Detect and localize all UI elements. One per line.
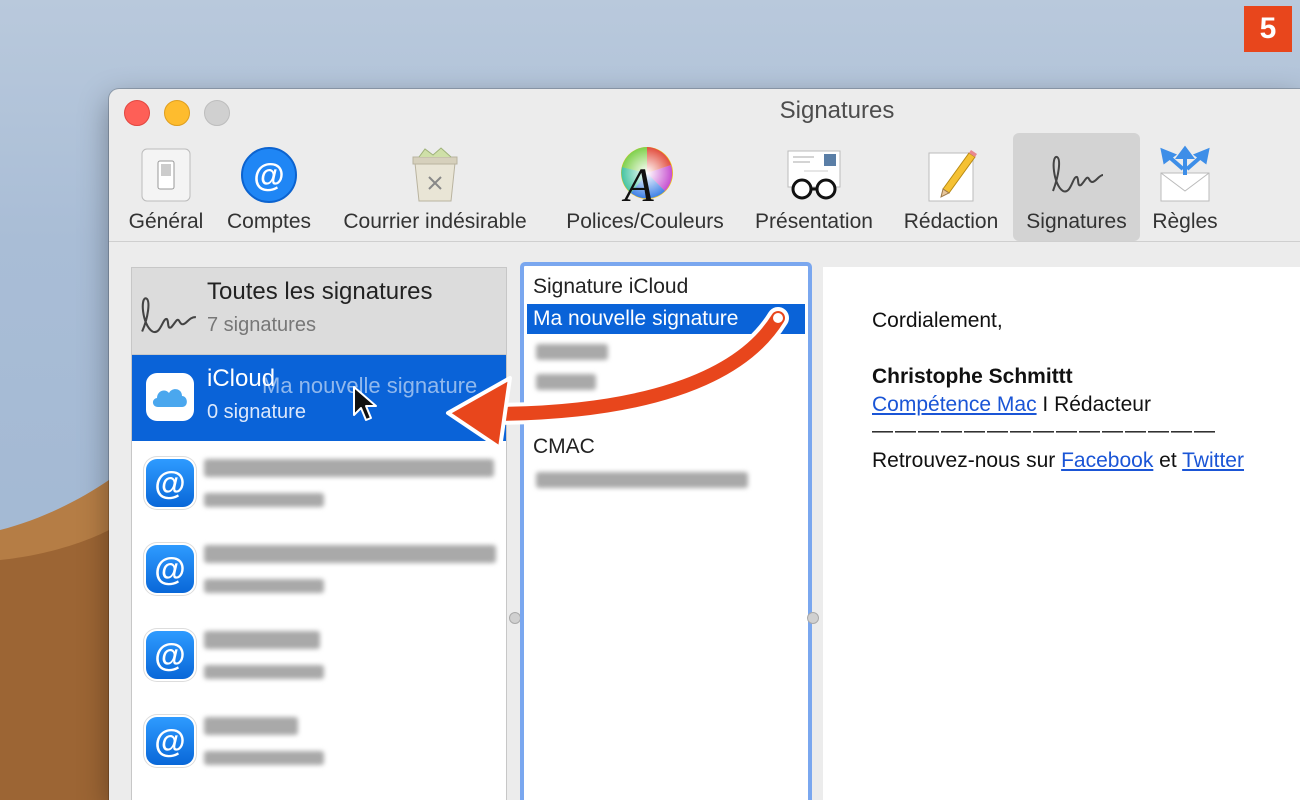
tab-rules-label: Règles: [1152, 210, 1218, 233]
svg-text:@: @: [253, 157, 284, 193]
and-text: et: [1153, 449, 1183, 472]
tab-fonts-colors[interactable]: A Polices/Couleurs: [553, 133, 737, 241]
toolbar-divider: [109, 241, 1300, 242]
preview-company-line: Compétence Mac I Rédacteur: [872, 393, 1151, 417]
tab-general[interactable]: Général: [119, 133, 213, 241]
tab-viewing-label: Présentation: [755, 210, 873, 233]
tab-junk-mail[interactable]: Courrier indésirable: [327, 133, 543, 241]
blurred-account-count: [204, 665, 324, 679]
icloud-icon: [146, 373, 194, 421]
tab-accounts-label: Comptes: [226, 210, 312, 233]
all-signatures-row[interactable]: Toutes les signatures 7 signatures: [132, 268, 506, 355]
signature-preview[interactable]: Cordialement, Christophe Schmittt Compét…: [823, 267, 1300, 800]
at-icon: @: [241, 147, 297, 203]
blurred-account-count: [204, 493, 324, 507]
step-badge: 5: [1244, 6, 1292, 52]
preview-name: Christophe Schmittt: [872, 365, 1073, 388]
twitter-link[interactable]: Twitter: [1182, 449, 1244, 472]
blurred-account-count: [204, 579, 324, 593]
blurred-account-name: [204, 631, 320, 649]
signature-icon: [141, 297, 196, 334]
switch-icon: [141, 148, 191, 202]
account-signature-count: 0 signature: [207, 401, 306, 423]
tab-composing-label: Rédaction: [903, 210, 999, 233]
preferences-toolbar: Général @ Comptes Courrier indésirable A…: [109, 133, 1300, 241]
at-icon: @: [146, 631, 194, 679]
tab-fonts-colors-label: Polices/Couleurs: [566, 210, 724, 233]
role-text: I Rédacteur: [1036, 393, 1151, 416]
svg-text:A: A: [621, 159, 654, 205]
accounts-list[interactable]: Toutes les signatures 7 signatures iClou…: [131, 267, 507, 800]
at-icon: @: [146, 459, 194, 507]
tab-signatures-label: Signatures: [1026, 210, 1127, 233]
signatures-list[interactable]: Signature iCloud Ma nouvelle signature C…: [520, 262, 812, 800]
blurred-account-count: [204, 751, 324, 765]
envelope-arrows-icon: [1160, 145, 1210, 202]
preferences-window: Signatures Général @ Comptes Courrier in…: [109, 89, 1300, 800]
signature-item[interactable]: CMAC: [527, 432, 805, 462]
pencil-icon: [928, 150, 977, 202]
account-row[interactable]: @: [132, 613, 506, 699]
all-signatures-count: 7 signatures: [207, 314, 316, 336]
tab-junk-mail-label: Courrier indésirable: [343, 210, 527, 233]
account-row[interactable]: @: [132, 699, 506, 785]
tab-signatures[interactable]: Signatures: [1013, 133, 1140, 241]
trash-icon: [412, 147, 458, 202]
signature-icon: [1051, 155, 1103, 193]
window-title: Signatures: [779, 97, 895, 124]
follow-text: Retrouvez-nous sur: [872, 449, 1062, 472]
company-link[interactable]: Compétence Mac: [872, 393, 1037, 416]
account-row[interactable]: @: [132, 441, 506, 527]
blurred-account-name: [204, 459, 494, 477]
blurred-account-name: [204, 717, 298, 735]
signature-item[interactable]: Signature iCloud: [527, 272, 805, 302]
preview-follow-line: Retrouvez-nous sur Facebook et Twitter: [872, 449, 1244, 473]
account-row-icloud[interactable]: iCloud Ma nouvelle signature 0 signature: [132, 355, 506, 441]
tab-general-label: Général: [128, 210, 204, 233]
signature-item-selected[interactable]: Ma nouvelle signature: [527, 304, 805, 334]
font-color-icon: A: [621, 147, 673, 205]
at-icon: @: [146, 717, 194, 765]
tab-viewing[interactable]: Présentation: [745, 133, 883, 241]
title-bar: Signatures: [109, 89, 1300, 135]
at-icon: @: [146, 545, 194, 593]
blurred-signature-name: [536, 374, 596, 390]
blurred-signature-name: [536, 344, 608, 360]
preview-greeting: Cordialement,: [872, 309, 1003, 332]
tab-composing[interactable]: Rédaction: [893, 133, 1009, 241]
account-row[interactable]: @: [132, 527, 506, 613]
blurred-signature-name: [536, 472, 748, 488]
split-handle[interactable]: [807, 612, 819, 624]
all-signatures-label: Toutes les signatures: [207, 278, 433, 305]
preview-divider: ———————————————: [872, 419, 1217, 442]
facebook-link[interactable]: Facebook: [1061, 449, 1153, 472]
glasses-letter-icon: [787, 150, 841, 200]
tab-accounts[interactable]: @ Comptes: [217, 133, 321, 241]
mouse-cursor-icon: [353, 386, 377, 421]
tab-rules[interactable]: Règles: [1143, 133, 1227, 241]
blurred-account-name: [204, 545, 496, 563]
